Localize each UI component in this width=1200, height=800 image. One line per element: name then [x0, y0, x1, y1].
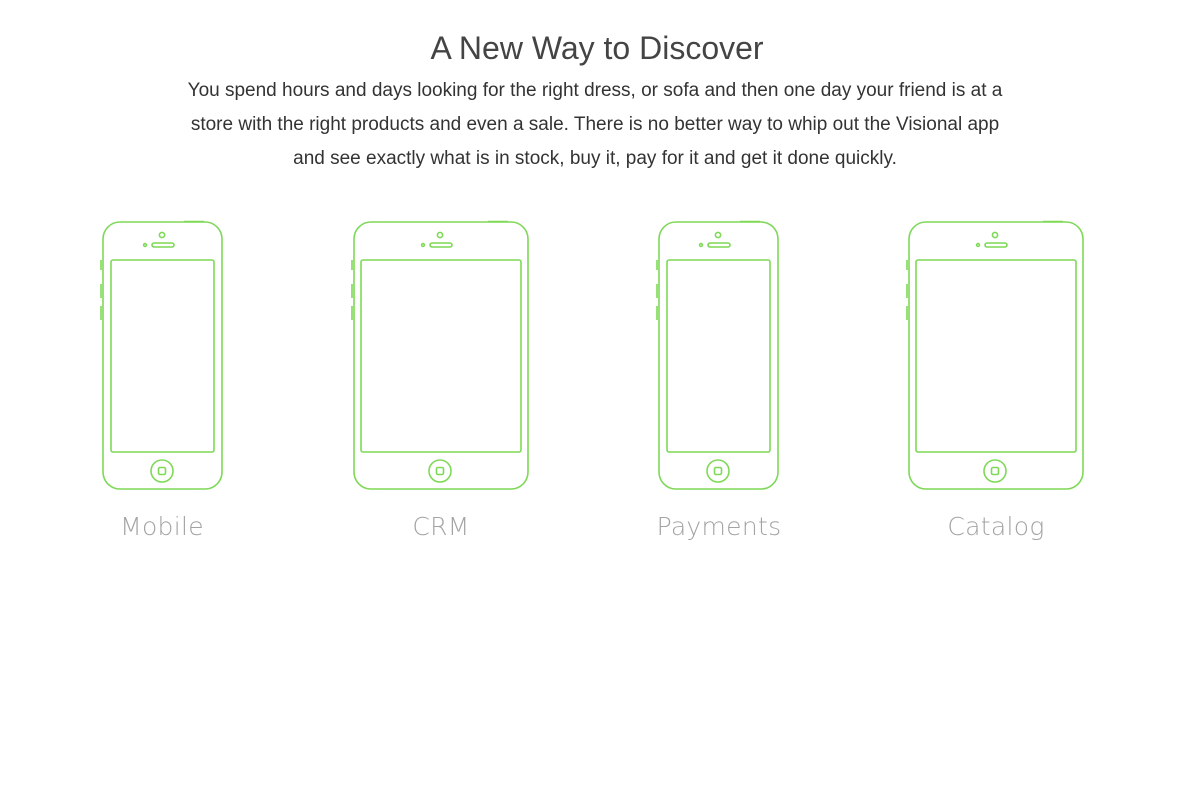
phone-outline-icon: [351, 220, 529, 490]
feature-label-payments: Payments: [656, 512, 782, 541]
section-title: A New Way to Discover: [430, 30, 764, 66]
feature-payments: Payments: [656, 220, 781, 541]
feature-label-catalog: Catalog: [947, 512, 1045, 541]
feature-catalog: Catalog: [906, 220, 1086, 541]
feature-label-mobile: Mobile: [120, 512, 204, 541]
phone-outline-icon: [656, 220, 779, 490]
feature-crm: CRM: [351, 220, 531, 541]
feature-label-crm: CRM: [412, 512, 470, 541]
phone-outline-icon: [906, 220, 1084, 490]
section-description: You spend hours and days looking for the…: [187, 80, 1003, 169]
feature-mobile: Mobile: [100, 220, 225, 541]
discover-section: A New Way to Discover You spend hours an…: [0, 0, 1200, 800]
phone-outline-icon: [100, 220, 223, 490]
